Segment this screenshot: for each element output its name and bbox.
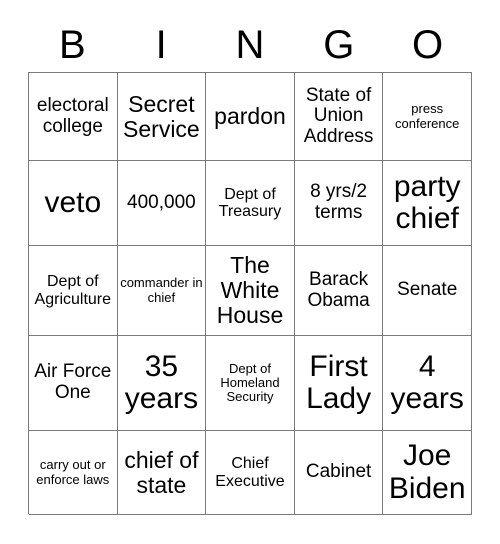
bingo-cell[interactable]: 8 yrs/2 terms xyxy=(294,161,384,246)
bingo-cell[interactable]: pardon xyxy=(206,73,295,161)
bingo-cell[interactable]: commander in chief xyxy=(117,246,207,336)
bingo-cell[interactable]: 35 years xyxy=(117,336,207,431)
header-letter-g: G xyxy=(323,23,355,67)
bingo-cell-label: Air Force One xyxy=(34,361,112,403)
bingo-cell-label: 35 years xyxy=(124,349,199,415)
bingo-cell-label: veto xyxy=(44,185,102,219)
bingo-cell[interactable]: 400,000 xyxy=(117,161,207,246)
bingo-cell[interactable]: carry out or enforce laws xyxy=(29,431,118,515)
bingo-cell[interactable]: electoral college xyxy=(29,73,118,161)
bingo-cell[interactable]: party chief xyxy=(383,161,472,246)
bingo-cell[interactable]: Dept of Agriculture xyxy=(29,246,118,336)
bingo-cell[interactable]: Air Force One xyxy=(29,336,118,431)
bingo-cell[interactable]: Dept of Treasury xyxy=(206,161,295,246)
bingo-header: B I N G O xyxy=(28,18,472,72)
bingo-cell[interactable]: chief of state xyxy=(117,431,207,515)
bingo-cell-label: press conference xyxy=(395,101,460,131)
header-letter-n: N xyxy=(235,23,265,67)
bingo-cell[interactable]: Senate xyxy=(383,246,472,336)
bingo-cell-label: State of Union Address xyxy=(303,84,374,147)
bingo-cell[interactable]: 4 years xyxy=(383,336,472,431)
bingo-cell-label: pardon xyxy=(214,103,286,130)
bingo-cell[interactable]: The White House xyxy=(206,246,295,336)
bingo-card: B I N G O electoral college Secret Servi… xyxy=(0,0,500,544)
bingo-cell[interactable]: First Lady xyxy=(294,336,384,431)
header-letter-o: O xyxy=(412,23,444,67)
bingo-cell-label: 400,000 xyxy=(127,191,196,213)
bingo-cell[interactable]: Chief Executive xyxy=(206,431,295,515)
bingo-cell-label: Dept of Agriculture xyxy=(34,273,112,308)
bingo-cell[interactable]: Joe Biden xyxy=(383,431,472,515)
bingo-cell-label: Barack Obama xyxy=(307,268,370,311)
bingo-cell-label: Senate xyxy=(397,279,458,301)
bingo-cell[interactable]: State of Union Address xyxy=(294,73,384,161)
bingo-cell-label: carry out or enforce laws xyxy=(36,457,110,487)
bingo-grid: electoral college Secret Service pardon … xyxy=(28,72,472,515)
bingo-cell-label: Chief Executive xyxy=(215,455,285,490)
bingo-cell-label: The White House xyxy=(216,252,284,328)
bingo-cell-label: Secret Service xyxy=(123,90,200,142)
bingo-cell[interactable]: veto xyxy=(29,161,118,246)
bingo-cell-label: 4 years xyxy=(390,349,464,415)
bingo-cell-label: party chief xyxy=(393,169,461,235)
bingo-cell[interactable]: Cabinet xyxy=(294,431,384,515)
bingo-cell-label: chief of state xyxy=(124,446,199,498)
bingo-cell-label: Dept of Treasury xyxy=(218,185,282,220)
bingo-cell-label: First Lady xyxy=(306,349,372,415)
bingo-cell[interactable]: Dept of Homeland Security xyxy=(206,336,295,431)
bingo-cell[interactable]: Barack Obama xyxy=(294,246,384,336)
bingo-cell-label: commander in chief xyxy=(120,275,203,305)
bingo-cell-label: electoral college xyxy=(36,94,109,137)
header-letter-i: I xyxy=(155,23,167,67)
bingo-cell-label: 8 yrs/2 terms xyxy=(310,181,368,223)
bingo-cell-label: Cabinet xyxy=(305,461,372,483)
bingo-cell[interactable]: press conference xyxy=(383,73,472,161)
bingo-cell[interactable]: Secret Service xyxy=(117,73,207,161)
bingo-cell-label: Dept of Homeland Security xyxy=(220,360,280,405)
bingo-cell-label: Joe Biden xyxy=(388,439,466,505)
header-letter-b: B xyxy=(59,23,86,67)
